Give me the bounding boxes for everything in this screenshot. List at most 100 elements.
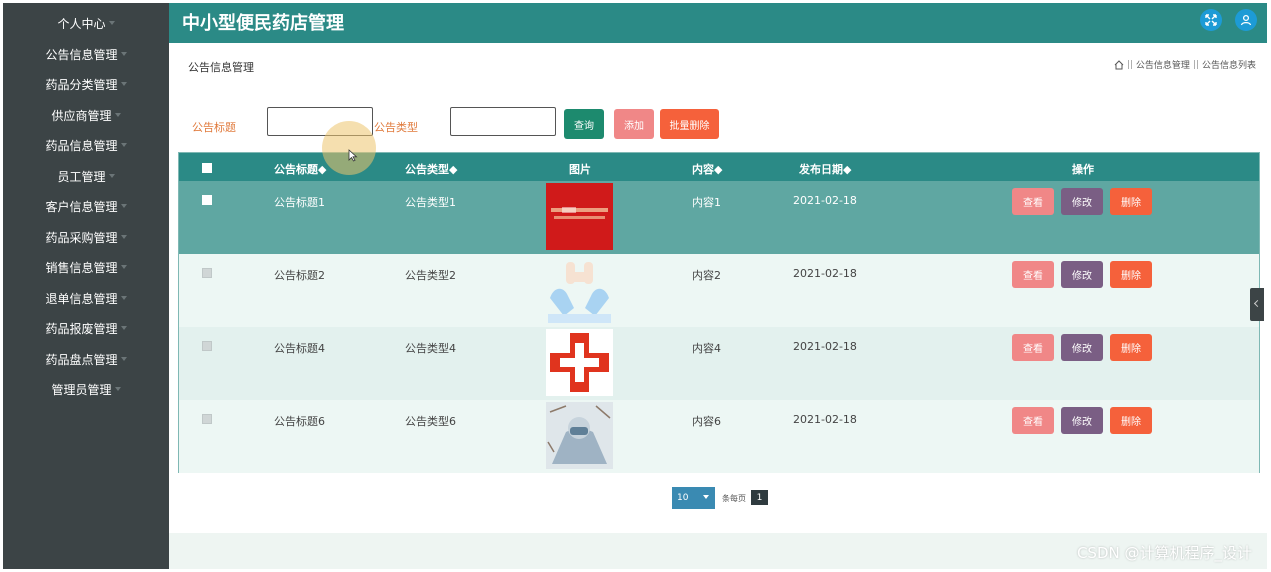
sidebar-item-label: 药品采购管理 xyxy=(45,230,118,245)
sidebar-item-purchasing[interactable]: 药品采购管理 xyxy=(3,223,169,251)
add-button[interactable]: 添加 xyxy=(614,109,654,139)
row-checkbox[interactable] xyxy=(202,341,212,351)
per-page-label: 条每页 xyxy=(722,494,746,503)
table-row[interactable]: 公告标题2 公告类型2 内容2 2021-02-18 查看 修改 删除 xyxy=(179,254,1259,327)
edit-button[interactable]: 修改 xyxy=(1061,261,1103,288)
caret-down-icon xyxy=(114,113,121,117)
chevron-down-icon xyxy=(703,495,709,499)
caret-down-icon xyxy=(120,357,127,361)
sidebar-item-label: 退单信息管理 xyxy=(45,291,118,306)
caret-down-icon xyxy=(114,387,121,391)
sidebar-item-customers[interactable]: 客户信息管理 xyxy=(3,192,169,220)
sidebar-item-drug-info[interactable]: 药品信息管理 xyxy=(3,131,169,159)
top-header: 中小型便民药店管理 xyxy=(169,3,1267,43)
delete-button[interactable]: 删除 xyxy=(1110,188,1152,215)
side-drawer-handle[interactable] xyxy=(1250,288,1264,321)
sidebar-item-suppliers[interactable]: 供应商管理 xyxy=(3,101,169,129)
sidebar-item-inventory[interactable]: 药品盘点管理 xyxy=(3,345,169,373)
column-header-type[interactable]: 公告类型◆ xyxy=(405,161,457,177)
watermark: CSDN @计算机程序_设计 xyxy=(1076,544,1252,562)
red-banner-image xyxy=(546,183,613,250)
cell-date: 2021-02-18 xyxy=(793,194,857,207)
hands-heart-image xyxy=(546,256,613,323)
cell-title: 公告标题2 xyxy=(274,269,325,282)
page-number-button[interactable]: 1 xyxy=(751,490,768,505)
cell-date: 2021-02-18 xyxy=(793,267,857,280)
edit-button[interactable]: 修改 xyxy=(1061,407,1103,434)
page-size-value: 10 xyxy=(677,493,689,503)
sidebar-item-returns[interactable]: 退单信息管理 xyxy=(3,284,169,312)
sidebar-item-notices[interactable]: 公告信息管理 xyxy=(3,40,169,68)
table-row[interactable]: 公告标题1 公告类型1 内容1 2021-02-18 查看 修改 删除 xyxy=(179,181,1259,254)
type-search-label: 公告类型 xyxy=(374,121,418,134)
row-checkbox[interactable] xyxy=(202,268,212,278)
app-frame: 个人中心 公告信息管理 药品分类管理 供应商管理 药品信息管理 员工管理 客户信… xyxy=(3,3,1267,569)
sidebar-item-profile[interactable]: 个人中心 xyxy=(3,9,169,37)
page-size-select[interactable]: 10 xyxy=(672,487,715,509)
sidebar-item-admins[interactable]: 管理员管理 xyxy=(3,375,169,403)
sidebar: 个人中心 公告信息管理 药品分类管理 供应商管理 药品信息管理 员工管理 客户信… xyxy=(3,3,169,569)
cell-date: 2021-02-18 xyxy=(793,340,857,353)
view-button[interactable]: 查看 xyxy=(1012,188,1054,215)
edit-button[interactable]: 修改 xyxy=(1061,188,1103,215)
breadcrumb: || 公告信息管理 || 公告信息列表 xyxy=(1114,58,1256,71)
edit-button[interactable]: 修改 xyxy=(1061,334,1103,361)
caret-down-icon xyxy=(108,21,115,25)
home-icon[interactable] xyxy=(1114,59,1124,70)
sidebar-item-label: 个人中心 xyxy=(57,16,106,31)
cell-content: 内容1 xyxy=(692,196,721,209)
sidebar-item-label: 药品盘点管理 xyxy=(45,352,118,367)
column-header-content[interactable]: 内容◆ xyxy=(692,161,722,177)
breadcrumb-item[interactable]: 公告信息管理 xyxy=(1136,58,1190,71)
expand-icon[interactable] xyxy=(1200,9,1222,31)
sidebar-item-label: 药品信息管理 xyxy=(45,138,118,153)
row-checkbox[interactable] xyxy=(202,195,212,205)
type-search-input[interactable] xyxy=(450,107,556,136)
delete-button[interactable]: 删除 xyxy=(1110,261,1152,288)
mouse-pointer-icon xyxy=(348,149,358,162)
caret-down-icon xyxy=(120,235,127,239)
delete-button[interactable]: 删除 xyxy=(1110,334,1152,361)
sidebar-item-label: 销售信息管理 xyxy=(45,260,118,275)
cell-type: 公告类型2 xyxy=(405,269,456,282)
user-icon[interactable] xyxy=(1235,9,1257,31)
sidebar-item-label: 药品分类管理 xyxy=(45,77,118,92)
caret-down-icon xyxy=(120,82,127,86)
breadcrumb-separator: || xyxy=(1192,59,1199,70)
sidebar-item-label: 供应商管理 xyxy=(51,108,112,123)
column-header-date[interactable]: 发布日期◆ xyxy=(799,161,851,177)
table-row[interactable]: 公告标题6 公告类型6 内容6 2021-02-18 查看 修改 删除 xyxy=(179,400,1259,473)
sidebar-item-employees[interactable]: 员工管理 xyxy=(3,162,169,190)
query-button[interactable]: 查询 xyxy=(564,109,604,139)
cell-title: 公告标题6 xyxy=(274,415,325,428)
sidebar-item-label: 员工管理 xyxy=(57,169,106,184)
breadcrumb-separator: || xyxy=(1126,59,1133,70)
cell-type: 公告类型1 xyxy=(405,196,456,209)
cell-content: 内容4 xyxy=(692,342,721,355)
title-search-label: 公告标题 xyxy=(192,121,236,134)
caret-down-icon xyxy=(120,265,127,269)
sidebar-item-disposal[interactable]: 药品报废管理 xyxy=(3,314,169,342)
app-title: 中小型便民药店管理 xyxy=(182,13,344,34)
table-row[interactable]: 公告标题4 公告类型4 内容4 2021-02-18 查看 修改 删除 xyxy=(179,327,1259,400)
batch-delete-button[interactable]: 批量删除 xyxy=(660,109,719,139)
select-all-checkbox[interactable] xyxy=(202,163,212,173)
view-button[interactable]: 查看 xyxy=(1012,261,1054,288)
delete-button[interactable]: 删除 xyxy=(1110,407,1152,434)
sidebar-item-label: 公告信息管理 xyxy=(45,47,118,62)
medical-worker-image xyxy=(546,402,613,469)
sidebar-item-label: 管理员管理 xyxy=(51,382,112,397)
caret-down-icon xyxy=(120,52,127,56)
caret-down-icon xyxy=(108,174,115,178)
sidebar-item-sales[interactable]: 销售信息管理 xyxy=(3,253,169,281)
caret-down-icon xyxy=(120,143,127,147)
column-header-title[interactable]: 公告标题◆ xyxy=(274,161,326,177)
breadcrumb-item: 公告信息列表 xyxy=(1201,61,1256,71)
row-checkbox[interactable] xyxy=(202,414,212,424)
red-cross-image xyxy=(546,329,613,396)
view-button[interactable]: 查看 xyxy=(1012,334,1054,361)
sidebar-item-drug-categories[interactable]: 药品分类管理 xyxy=(3,70,169,98)
sidebar-item-label: 药品报废管理 xyxy=(45,321,118,336)
view-button[interactable]: 查看 xyxy=(1012,407,1054,434)
caret-down-icon xyxy=(120,326,127,330)
